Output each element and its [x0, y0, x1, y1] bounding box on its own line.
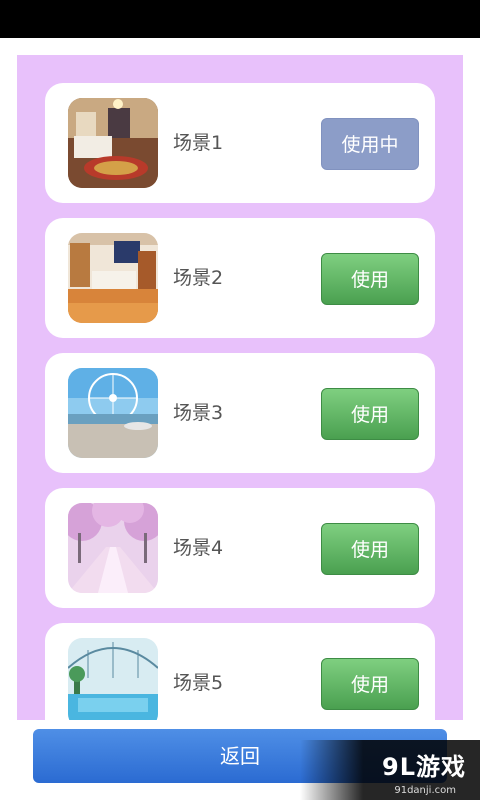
scene-thumbnail-kitchen	[68, 233, 158, 323]
scene-thumbnail-pool	[68, 638, 158, 720]
use-button[interactable]: 使用	[321, 658, 419, 710]
scene-list-panel[interactable]: 场景1 使用中 场景2 使用 场景3 使用 场景4 使用 场景5 使用	[17, 55, 463, 720]
watermark-site: 91danji.com	[394, 785, 456, 796]
scene-label: 场景4	[173, 537, 224, 559]
scene-label: 场景1	[173, 132, 224, 154]
watermark: 9L游戏 91danji.com	[300, 740, 480, 800]
scene-card-1: 场景1 使用中	[45, 83, 435, 203]
scene-label: 场景3	[173, 402, 224, 424]
use-button[interactable]: 使用	[321, 523, 419, 575]
scene-card-3: 场景3 使用	[45, 353, 435, 473]
in-use-button[interactable]: 使用中	[321, 118, 419, 170]
scene-thumbnail-bedroom	[68, 98, 158, 188]
watermark-brand: 9L游戏	[382, 753, 466, 781]
scene-card-2: 场景2 使用	[45, 218, 435, 338]
scene-label: 场景2	[173, 267, 224, 289]
scene-card-5: 场景5 使用	[45, 623, 435, 720]
scene-label: 场景5	[173, 672, 224, 694]
use-button[interactable]: 使用	[321, 388, 419, 440]
scene-thumbnail-cherry-blossom	[68, 503, 158, 593]
use-button[interactable]: 使用	[321, 253, 419, 305]
scene-thumbnail-amusement-park	[68, 368, 158, 458]
status-bar	[0, 0, 480, 38]
scene-card-4: 场景4 使用	[45, 488, 435, 608]
